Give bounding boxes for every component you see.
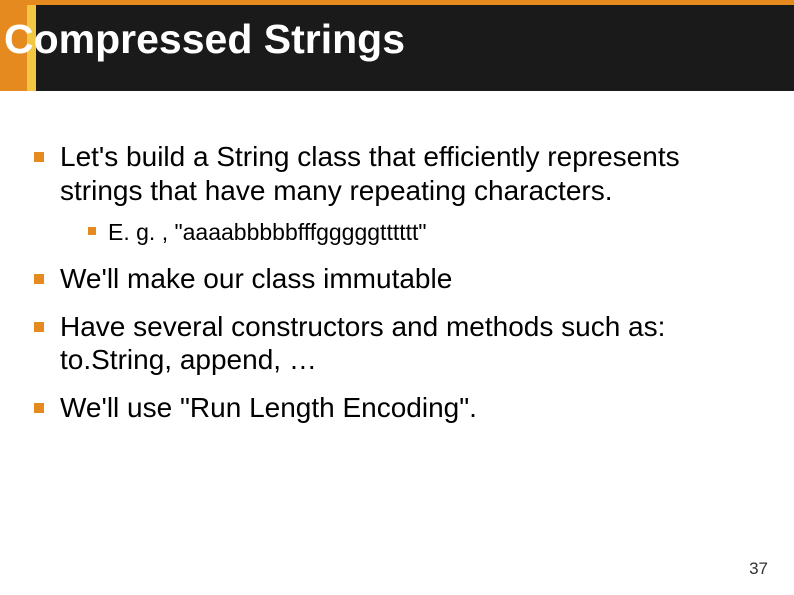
bullet-list: Let's build a String class that efficien… bbox=[20, 140, 760, 425]
list-item-text: We'll use "Run Length Encoding". bbox=[60, 392, 477, 423]
list-item-text: Let's build a String class that efficien… bbox=[60, 141, 680, 206]
accent-stripe-top bbox=[0, 0, 794, 5]
list-item: Have several constructors and methods su… bbox=[20, 310, 760, 377]
list-item-text: We'll make our class immutable bbox=[60, 263, 452, 294]
list-item-text: Have several constructors and methods su… bbox=[60, 311, 665, 376]
list-item: Let's build a String class that efficien… bbox=[20, 140, 760, 248]
list-item: We'll use "Run Length Encoding". bbox=[20, 391, 760, 425]
sub-bullet-list: E. g. , "aaaabbbbbfffgggggtttttt" bbox=[60, 217, 760, 248]
list-item: We'll make our class immutable bbox=[20, 262, 760, 296]
page-number: 37 bbox=[749, 559, 768, 579]
slide-title: Compressed Strings bbox=[4, 16, 405, 63]
header-bar: Compressed Strings bbox=[0, 0, 794, 91]
list-item: E. g. , "aaaabbbbbfffgggggtttttt" bbox=[60, 217, 760, 248]
slide-body: Let's build a String class that efficien… bbox=[20, 140, 760, 439]
list-item-text: E. g. , "aaaabbbbbfffgggggtttttt" bbox=[108, 219, 427, 245]
